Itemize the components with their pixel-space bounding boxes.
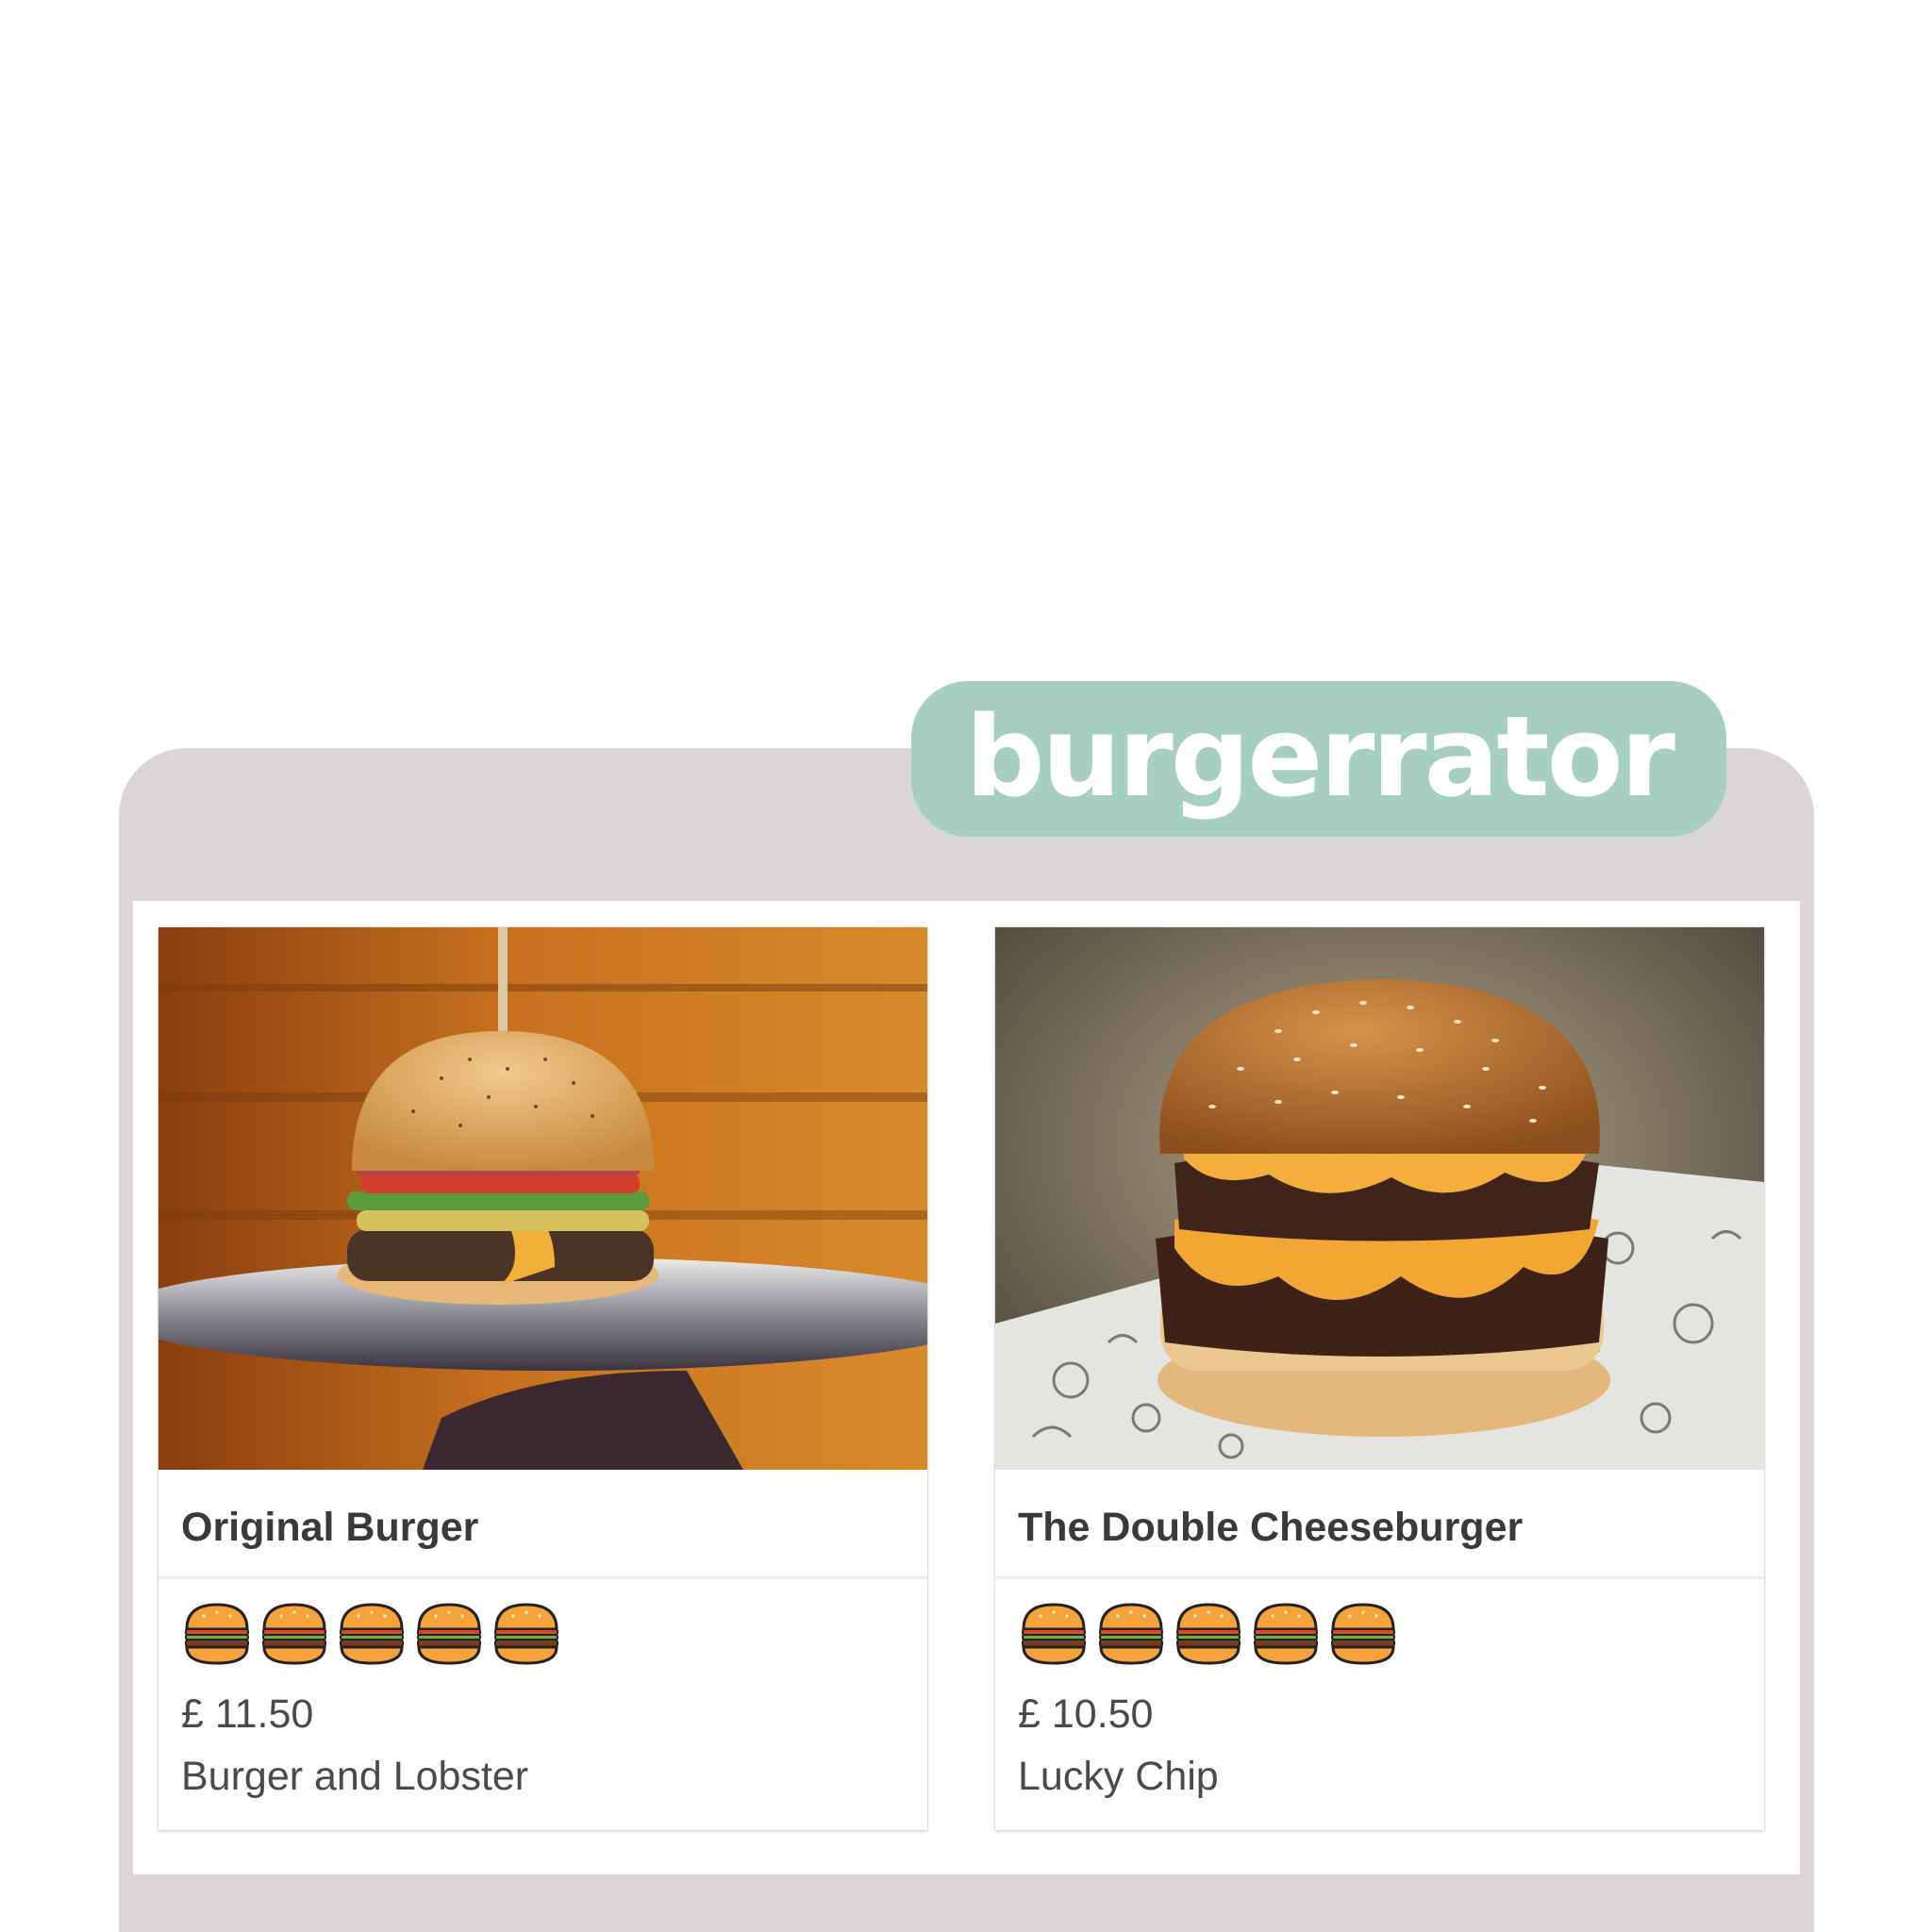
restaurant-name[interactable]: Burger and Lobster bbox=[181, 1754, 528, 1800]
burger-icon bbox=[492, 1601, 560, 1667]
burger-icon bbox=[1097, 1601, 1165, 1667]
burger-icon bbox=[1174, 1601, 1242, 1667]
divider bbox=[995, 1576, 1764, 1579]
burger-name[interactable]: Original Burger bbox=[181, 1505, 478, 1551]
app-logo[interactable]: burgerrator bbox=[911, 681, 1726, 837]
burger-icon bbox=[1252, 1601, 1320, 1667]
burger-icon bbox=[338, 1601, 406, 1667]
burger-price: £ 11.50 bbox=[181, 1691, 314, 1737]
burger-name[interactable]: The Double Cheeseburger bbox=[1018, 1505, 1523, 1551]
restaurant-name[interactable]: Lucky Chip bbox=[1018, 1754, 1219, 1800]
app-screen: burgerrator Original Burger £ 11.50 Burg… bbox=[0, 0, 1932, 1932]
divider bbox=[158, 1576, 927, 1579]
burger-icon bbox=[415, 1601, 483, 1667]
burger-icon bbox=[260, 1601, 328, 1667]
burger-icon bbox=[1329, 1601, 1397, 1667]
burger-icon bbox=[183, 1601, 251, 1667]
burger-card[interactable]: The Double Cheeseburger £ 10.50 Lucky Ch… bbox=[995, 927, 1764, 1830]
burger-photo bbox=[158, 927, 927, 1470]
burger-card[interactable]: Original Burger £ 11.50 Burger and Lobst… bbox=[158, 927, 927, 1830]
burger-icon bbox=[1020, 1601, 1088, 1667]
logo-text: burgerrator bbox=[965, 691, 1675, 822]
burger-price: £ 10.50 bbox=[1018, 1691, 1154, 1737]
burger-photo bbox=[995, 927, 1764, 1470]
